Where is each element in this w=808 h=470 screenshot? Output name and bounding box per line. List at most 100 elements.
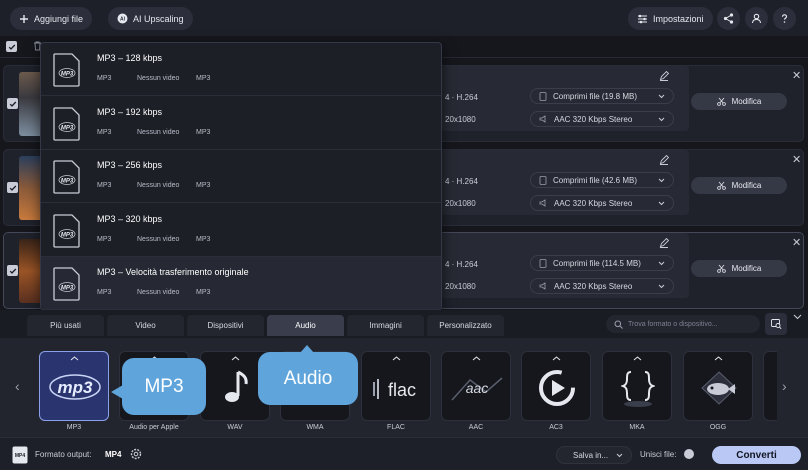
compress-dropdown[interactable]: Comprimi file (19.8 MB) — [530, 88, 674, 104]
edit-button[interactable]: Modifica — [691, 260, 787, 277]
share-button[interactable] — [717, 7, 740, 30]
svg-text:flac: flac — [388, 380, 416, 400]
chevron-down-icon — [658, 94, 665, 99]
format-search[interactable]: Trova formato o dispositivo... — [606, 315, 760, 333]
share-icon — [723, 13, 734, 24]
preset-item[interactable]: MP3 MP3 – 192 kbps MP3 Nessun video MP3 — [41, 97, 441, 150]
audio-dropdown[interactable]: AAC 320 Kbps Stereo — [530, 111, 674, 127]
speaker-icon — [539, 115, 548, 123]
fish-icon — [698, 370, 740, 406]
tab-most-used[interactable]: Più usati — [27, 315, 104, 336]
scroll-right-icon[interactable]: › — [782, 378, 787, 394]
file-checkbox[interactable] — [7, 98, 18, 109]
convert-button[interactable]: Converti — [712, 446, 801, 464]
remove-file-icon[interactable]: ✕ — [792, 238, 801, 249]
audio-callout: Audio — [258, 352, 358, 405]
preset-item[interactable]: MP3 MP3 – 320 kbps MP3 Nessun video MP3 — [41, 204, 441, 257]
chevron-up-icon — [714, 356, 723, 361]
gear-icon[interactable] — [129, 447, 143, 461]
question-icon — [779, 13, 790, 24]
chevron-up-icon — [633, 356, 642, 361]
svg-text:AI: AI — [120, 17, 126, 23]
chevron-down-icon — [658, 117, 665, 122]
tab-images[interactable]: Immagini — [347, 315, 424, 336]
braces-icon — [621, 368, 655, 408]
format-ac3[interactable] — [521, 351, 591, 421]
format-next-partial[interactable] — [763, 351, 777, 421]
compress-label: Comprimi file (42.6 MB) — [553, 175, 638, 185]
format-label: MKA — [629, 424, 645, 431]
audio-dropdown[interactable]: AAC 320 Kbps Stereo — [530, 195, 674, 211]
ai-upscaling-button[interactable]: AI AI Upscaling — [108, 7, 193, 30]
preset-dropdown: MP3 MP3 – 128 kbps MP3 Nessun video MP3 MP3 MP… — [40, 42, 442, 310]
format-label: MP3 — [66, 424, 82, 431]
settings-label: Impostazioni — [653, 13, 704, 24]
svg-text:aac: aac — [466, 380, 489, 396]
collapse-chevron-icon[interactable] — [793, 314, 802, 320]
settings-button[interactable]: Impostazioni — [628, 7, 713, 30]
chevron-up-icon — [552, 356, 561, 361]
chevron-up-icon — [392, 356, 401, 361]
compress-label: Comprimi file (114.5 MB) — [553, 258, 641, 268]
edit-button[interactable]: Modifica — [691, 177, 787, 194]
scissors-icon — [716, 97, 726, 106]
remove-file-icon[interactable]: ✕ — [792, 71, 801, 82]
account-button[interactable] — [745, 7, 768, 30]
preset-title: MP3 – 256 kbps — [97, 160, 163, 170]
preset-title: MP3 – 128 kbps — [97, 53, 163, 63]
audio-dropdown[interactable]: AAC 320 Kbps Stereo — [530, 278, 674, 294]
compress-dropdown[interactable]: Comprimi file (42.6 MB) — [530, 172, 674, 188]
save-in-label: Salva in... — [573, 450, 609, 460]
select-all-checkbox[interactable] — [6, 41, 17, 52]
svg-text:MP3: MP3 — [61, 72, 74, 78]
file-settings-panel: 4 · H.264 20x1080 Comprimi file (19.8 MB… — [441, 66, 689, 131]
ai-upscaling-label: AI Upscaling — [133, 13, 184, 24]
merge-files-toggle[interactable] — [684, 449, 694, 459]
ai-icon: AI — [117, 13, 128, 24]
search-folder-icon — [770, 319, 782, 329]
format-label: WMA — [306, 424, 324, 431]
compress-dropdown[interactable]: Comprimi file (114.5 MB) — [530, 255, 674, 271]
speaker-icon — [539, 199, 548, 207]
tab-custom[interactable]: Personalizzato — [427, 315, 504, 336]
format-aac[interactable]: aac — [441, 351, 511, 421]
format-library-button[interactable] — [765, 313, 787, 335]
tab-audio[interactable]: Audio — [267, 315, 344, 336]
tab-devices[interactable]: Dispositivi — [187, 315, 264, 336]
preset-audio-format: MP3 — [196, 128, 211, 136]
preset-item[interactable]: MP3 MP3 – 128 kbps MP3 Nessun video MP3 — [41, 43, 441, 96]
pencil-icon[interactable] — [659, 155, 669, 165]
format-label: OGG — [709, 424, 727, 431]
format-flac[interactable]: flac — [361, 351, 431, 421]
file-checkbox[interactable] — [7, 265, 18, 276]
chevron-down-icon — [658, 284, 665, 289]
pencil-icon[interactable] — [659, 71, 669, 81]
tab-video[interactable]: Video — [107, 315, 184, 336]
resolution-text: 20x1080 — [445, 282, 476, 291]
remove-file-icon[interactable]: ✕ — [792, 155, 801, 166]
add-files-button[interactable]: Aggiungi file — [10, 7, 93, 30]
edit-button[interactable]: Modifica — [691, 93, 787, 110]
file-checkbox[interactable] — [7, 182, 18, 193]
svg-text:MP4: MP4 — [15, 453, 26, 459]
chevron-up-icon — [472, 356, 481, 361]
pencil-icon[interactable] — [659, 238, 669, 248]
svg-text:MP3: MP3 — [61, 286, 74, 292]
preset-container: MP3 — [97, 235, 112, 243]
preset-video: Nessun video — [137, 235, 180, 243]
save-in-dropdown[interactable]: Salva in... — [556, 446, 632, 464]
preset-title: MP3 – 192 kbps — [97, 106, 163, 117]
output-format-value[interactable]: MP4 — [105, 450, 121, 459]
preset-title: MP3 – Velocità trasferimento originale — [97, 267, 249, 277]
preset-item[interactable]: MP3 MP3 – Velocità trasferimento original… — [41, 257, 441, 310]
format-mp3[interactable]: mp3 — [39, 351, 109, 421]
mp3-callout: MP3 — [122, 358, 206, 415]
preset-container: MP3 — [97, 75, 112, 82]
format-mka[interactable] — [602, 351, 672, 421]
format-ogg[interactable] — [683, 351, 753, 421]
help-button[interactable] — [773, 7, 796, 30]
preset-item[interactable]: MP3 MP3 – 256 kbps MP3 Nessun video MP3 — [41, 150, 441, 203]
music-note-icon — [221, 368, 251, 408]
preset-container: MP3 — [97, 128, 112, 136]
scroll-left-icon[interactable]: ‹ — [15, 378, 20, 394]
